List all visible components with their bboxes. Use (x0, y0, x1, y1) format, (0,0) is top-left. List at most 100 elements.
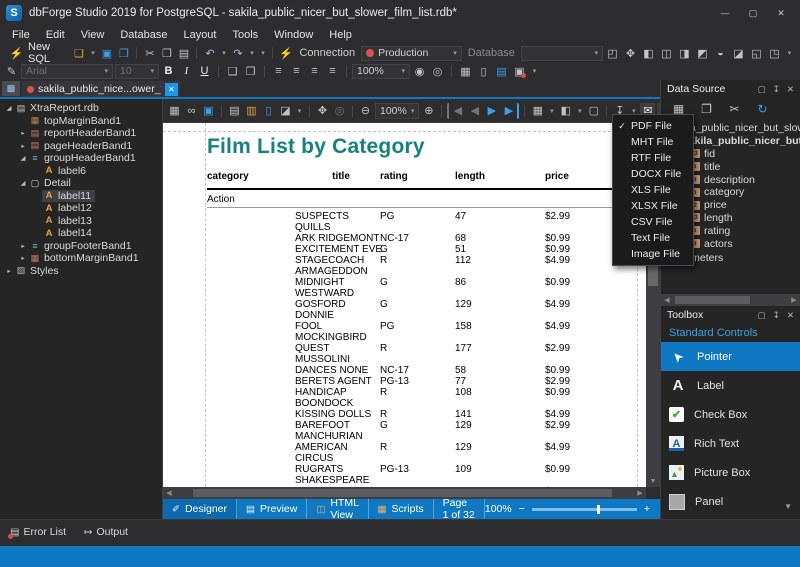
refresh-icon[interactable]: ↻ (755, 101, 770, 117)
align-overflow-icon[interactable]: ▾ (785, 45, 794, 61)
separator[interactable] (606, 105, 607, 117)
magnifier-icon[interactable]: ◎ (332, 103, 347, 119)
thumbnails-icon[interactable]: ▦ (167, 103, 182, 119)
export-menu-item[interactable]: ✓ MHT File (613, 134, 693, 150)
toolbar-overflow-icon[interactable]: ▾ (258, 45, 267, 61)
font-size-select[interactable]: 10 ▾ (115, 64, 159, 79)
menu-item[interactable]: Window (266, 27, 321, 43)
page-color-dropdown-icon[interactable]: ▾ (575, 103, 584, 119)
scroll-left-icon[interactable]: ◀ (163, 487, 175, 499)
tree-item[interactable]: A label11 (0, 190, 162, 203)
cut-icon[interactable]: ✂ (142, 45, 157, 61)
page-setup-icon[interactable]: ▯ (261, 103, 276, 119)
zoom-select[interactable]: 100% ▾ (352, 64, 410, 79)
bold-button[interactable]: B (161, 63, 176, 79)
separator[interactable] (451, 65, 452, 77)
style-editor-icon[interactable]: ✎ (4, 63, 19, 79)
tree-item[interactable]: ▸ ≡ groupFooterBand1 (0, 240, 162, 253)
tree-expander-icon[interactable]: ▸ (18, 129, 28, 137)
minimize-icon[interactable]: — (718, 8, 732, 19)
watermark-icon[interactable]: ▢ (586, 103, 601, 119)
menu-item[interactable]: Help (321, 27, 360, 43)
toolbox-item[interactable]: ➤ Pointer (661, 342, 800, 371)
align-text-left-icon[interactable]: ≡ (271, 63, 286, 79)
undo-dropdown-icon[interactable]: ▾ (219, 45, 228, 61)
redo-icon[interactable]: ↷ (230, 45, 245, 61)
tree-expander-icon[interactable]: ▸ (18, 142, 28, 150)
tree-expander-icon[interactable]: ▸ (18, 242, 28, 250)
export-menu-item[interactable]: ✓ CSV File (613, 214, 693, 230)
toolbox-toggle-icon[interactable]: ▦ (458, 63, 473, 79)
open-file-icon[interactable]: ❏ (71, 45, 86, 61)
view-mode-tab[interactable]: ◫ HTML View (307, 499, 368, 519)
database-select[interactable]: ▾ (521, 46, 603, 61)
first-page-icon[interactable]: ◀ (447, 103, 465, 119)
panel-horizontal-scrollbar[interactable]: ◀ ▶ (661, 294, 800, 306)
find-icon[interactable]: ∞ (184, 103, 199, 119)
bring-forward-icon[interactable]: ❏ (225, 63, 240, 79)
move-to-front-icon[interactable]: ✥ (623, 45, 638, 61)
separator[interactable] (309, 105, 310, 117)
zoom-out-button[interactable]: − (519, 503, 525, 515)
edit-query-icon[interactable]: ✂ (727, 101, 742, 117)
separator[interactable] (352, 105, 353, 117)
new-connection-icon[interactable]: ⚡ (278, 45, 293, 61)
zoom-slider[interactable] (532, 508, 637, 511)
scale-icon[interactable]: ◪ (278, 103, 293, 119)
toolbox-item[interactable]: ▲ Picture Box (661, 458, 800, 487)
scrollbar-thumb[interactable] (675, 296, 750, 304)
export-menu-item[interactable]: ✓ RTF File (613, 150, 693, 166)
toolbox-section-header[interactable]: Standard Controls (661, 324, 800, 342)
separator[interactable] (272, 47, 273, 59)
separator[interactable] (218, 65, 219, 77)
format-overflow-icon[interactable]: ▾ (530, 63, 539, 79)
tree-item[interactable]: A label12 (0, 202, 162, 215)
page-color-icon[interactable]: ◧ (558, 103, 573, 119)
preview-zoom-select[interactable]: 100% ▾ (375, 103, 419, 119)
hand-tool-icon[interactable]: ✥ (315, 103, 330, 119)
tree-item[interactable]: ▦ topMarginBand1 (0, 115, 162, 128)
multiple-pages-icon[interactable]: ▦ (530, 103, 545, 119)
menu-item[interactable]: Database (112, 27, 175, 43)
align-rights-icon[interactable]: ◨ (677, 45, 692, 61)
align-middles-icon[interactable]: ◒ (713, 45, 728, 61)
output-button[interactable]: ↦ Output (80, 525, 132, 539)
separator[interactable] (136, 47, 137, 59)
font-family-select[interactable]: Arial ▾ (21, 64, 113, 79)
scroll-left-icon[interactable]: ◀ (661, 294, 673, 306)
float-window-icon[interactable]: ▢ (758, 310, 766, 321)
align-text-right-icon[interactable]: ≡ (307, 63, 322, 79)
zoom-in-icon[interactable]: ⊕ (421, 103, 436, 119)
tree-expander-icon[interactable]: ◢ (18, 179, 28, 187)
menu-item[interactable]: Layout (175, 27, 224, 43)
italic-button[interactable]: I (179, 63, 194, 79)
same-height-icon[interactable]: ◳ (767, 45, 782, 61)
align-text-center-icon[interactable]: ≡ (289, 63, 304, 79)
zoom-in-button[interactable]: + (644, 503, 650, 515)
close-tab-icon[interactable]: ✕ (165, 83, 178, 96)
error-list-button[interactable]: ▤ Error List (6, 525, 70, 539)
error-panel-icon[interactable]: ▣ (512, 63, 527, 79)
tree-item[interactable]: ▸ ▦ bottomMarginBand1 (0, 252, 162, 265)
zoom-slider-thumb[interactable] (597, 505, 600, 514)
tree-expander-icon[interactable]: ▸ (18, 254, 28, 262)
paste-icon[interactable]: ▤ (176, 45, 191, 61)
close-panel-icon[interactable]: ✕ (787, 84, 794, 95)
separator[interactable] (524, 105, 525, 117)
toolbox-item[interactable]: Panel (661, 487, 800, 516)
export-menu-item[interactable]: ✓ PDF File (613, 118, 693, 134)
send-backward-icon[interactable]: ❐ (243, 63, 258, 79)
export-menu-item[interactable]: ✓ Text File (613, 230, 693, 246)
tree-item[interactable]: A label6 (0, 165, 162, 178)
tree-item[interactable]: ▸ ▧ Styles (0, 265, 162, 278)
toolbox-scroll-down-icon[interactable]: ▼ (784, 502, 792, 511)
float-window-icon[interactable]: ▢ (758, 84, 766, 95)
align-text-justify-icon[interactable]: ≡ (325, 63, 340, 79)
separator[interactable] (221, 105, 222, 117)
close-panel-icon[interactable]: ✕ (787, 310, 794, 321)
document-list-icon[interactable]: ▩ (2, 81, 20, 96)
connection-select[interactable]: Production ▾ (361, 46, 462, 61)
scale-dropdown-icon[interactable]: ▾ (295, 103, 304, 119)
same-width-icon[interactable]: ◱ (749, 45, 764, 61)
open-dropdown-icon[interactable]: ▾ (88, 45, 97, 61)
